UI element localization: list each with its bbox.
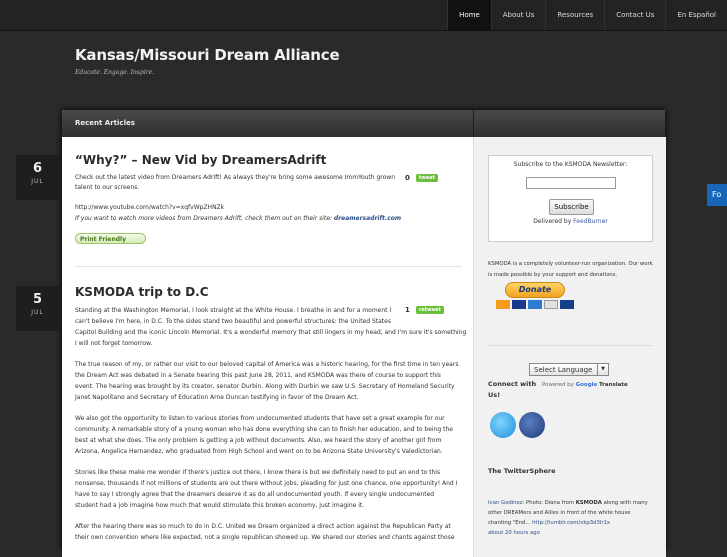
nav-home[interactable]: Home bbox=[447, 0, 491, 30]
tweet-feed: Ivan Godinez: Photo: Diana from KSMODA a… bbox=[488, 498, 656, 538]
visa-icon bbox=[512, 300, 526, 309]
post-text-line: Stories like these make me wonder if the… bbox=[75, 469, 441, 476]
top-navigation-bar: Home About Us Resources Contact Us En Es… bbox=[0, 0, 727, 31]
sidebar-divider bbox=[488, 345, 653, 346]
connect-label: Us! bbox=[488, 391, 501, 399]
about-text: KSMODA is a completely volunteer-run org… bbox=[488, 261, 653, 267]
delivered-by: Delivered by FeedBurner bbox=[489, 218, 652, 225]
dreamersadrift-link[interactable]: dreamersadrift.com bbox=[334, 215, 401, 222]
tweet-count: 1 bbox=[405, 306, 410, 314]
post-text-line: Capitol Building and the iconic Lincoln … bbox=[75, 329, 467, 336]
post-text-line: Arizona, Angelica Hernandez, who graduat… bbox=[75, 448, 443, 455]
post-month: JUL bbox=[31, 178, 44, 185]
tweet-time[interactable]: about 20 hours ago bbox=[488, 530, 540, 536]
post-text: talent to our screens. bbox=[75, 184, 140, 191]
post-text-line: can't believe I'm here, in D.C. To the s… bbox=[75, 318, 391, 325]
post-text-line: their own convention where like expected… bbox=[75, 534, 455, 541]
bank-icon bbox=[560, 300, 574, 309]
nav-resources[interactable]: Resources bbox=[545, 0, 604, 30]
post-text-line: After the hearing there was so much to d… bbox=[75, 523, 451, 530]
post-text-line: the Dream Act was debated in a Senate he… bbox=[75, 372, 441, 379]
tweet-count: 0 bbox=[405, 174, 410, 182]
post-day: 5 bbox=[32, 292, 43, 307]
nav-contact-us[interactable]: Contact Us bbox=[604, 0, 665, 30]
facebook-icon[interactable] bbox=[519, 412, 545, 438]
post-title[interactable]: KSMODA trip to D.C bbox=[75, 285, 209, 299]
post-text-line: We also got the opportunity to listen to… bbox=[75, 415, 445, 422]
tweet-link[interactable]: http://tumblr.com/xkp3d3lr1x bbox=[532, 520, 610, 526]
powered-label: Powered by bbox=[542, 382, 576, 388]
mastercard-icon bbox=[496, 300, 510, 309]
donate-button[interactable]: Donate bbox=[505, 282, 565, 298]
twitter-icon[interactable] bbox=[490, 412, 516, 438]
tweet-button[interactable]: tweet bbox=[415, 174, 439, 182]
post-text-line: I will not forget tomorrow. bbox=[75, 340, 153, 347]
post-text-line: student had a job imagine how much that … bbox=[75, 502, 365, 509]
post-month: JUL bbox=[31, 309, 44, 316]
translate-link[interactable]: Translate bbox=[599, 382, 628, 388]
section-divider bbox=[473, 110, 474, 137]
payment-cards bbox=[496, 300, 574, 309]
post-text: Check out the latest video from Dreamers… bbox=[75, 174, 395, 181]
retweet-button[interactable]: retweet bbox=[415, 306, 444, 314]
post-date-badge: 5 JUL bbox=[16, 286, 59, 331]
twittersphere-title: The TwitterSphere bbox=[488, 467, 556, 475]
newsletter-title: Subscribe to the KSMODA Newsletter: bbox=[513, 161, 628, 168]
google-logo: Google bbox=[575, 382, 598, 388]
nav-en-espanol[interactable]: En Español bbox=[665, 0, 727, 30]
post-text-line: Janet Napolitano and Secretary of Educat… bbox=[75, 394, 359, 401]
post-text-span: If you want to watch more videos from Dr… bbox=[75, 215, 334, 222]
tweet-mention: KSMODA bbox=[575, 500, 602, 506]
post-date-badge: 6 JUL bbox=[16, 155, 59, 200]
section-header-bar: Recent Articles bbox=[62, 110, 665, 137]
chevron-down-icon: ▼ bbox=[597, 364, 608, 375]
discover-icon bbox=[544, 300, 558, 309]
sidebar: Subscribe to the KSMODA Newsletter: Subs… bbox=[473, 137, 666, 557]
amex-icon bbox=[528, 300, 542, 309]
subscribe-button[interactable]: Subscribe bbox=[549, 199, 594, 215]
main-nav: Home About Us Resources Contact Us En Es… bbox=[447, 0, 727, 30]
delivered-label: Delivered by bbox=[533, 218, 574, 225]
main-content: “Why?” – New Vid by DreamersAdrift Check… bbox=[62, 137, 473, 557]
post-text-line: event. The hearing was brought by its cr… bbox=[75, 383, 455, 390]
post-text-line: have to say I strongly agree that the dr… bbox=[75, 491, 435, 498]
print-friendly-button[interactable]: Print Friendly bbox=[75, 233, 146, 244]
post-text-line: Standing at the Washington Memorial, I l… bbox=[75, 307, 392, 314]
language-select-value: Select Language bbox=[534, 366, 593, 374]
content-container: Recent Articles “Why?” – New Vid by Drea… bbox=[62, 110, 666, 557]
post-text-line: nonsense, thousands if not millions of s… bbox=[75, 480, 458, 487]
post-title[interactable]: “Why?” – New Vid by DreamersAdrift bbox=[75, 153, 326, 167]
tweet-text: : Photo: Diana from bbox=[522, 500, 576, 506]
post-text: If you want to watch more videos from Dr… bbox=[75, 214, 401, 224]
feedburner-link[interactable]: FeedBurner bbox=[573, 218, 608, 225]
email-input[interactable] bbox=[526, 177, 616, 189]
post-day: 6 bbox=[32, 161, 43, 176]
tweet-author-link[interactable]: Ivan Godinez bbox=[488, 500, 523, 506]
connect-label: Connect with bbox=[488, 380, 537, 388]
feedback-tab[interactable]: Fo bbox=[707, 184, 727, 206]
nav-about-us[interactable]: About Us bbox=[490, 0, 546, 30]
newsletter-widget: Subscribe to the KSMODA Newsletter: Subs… bbox=[488, 155, 653, 242]
powered-by-google: Powered by Google Translate bbox=[542, 382, 628, 388]
section-label: Recent Articles bbox=[75, 119, 135, 127]
tweet-counter: 0 tweet bbox=[405, 174, 439, 182]
social-icons bbox=[490, 412, 545, 438]
tweet-text: along with many bbox=[601, 500, 648, 506]
video-url[interactable]: http://www.youtube.com/watch?v=xqfvWpZHN… bbox=[75, 203, 224, 213]
tweet-text: chanting "End... bbox=[488, 520, 533, 526]
connect-heading: Connect with Us! bbox=[488, 379, 536, 401]
about-text: is made possible by your support and don… bbox=[488, 272, 618, 278]
tweet-counter: 1 retweet bbox=[405, 306, 444, 314]
site-tagline: Educate. Engage. Inspire. bbox=[75, 69, 155, 76]
post-text-line: community. A remarkable story of a young… bbox=[75, 426, 453, 433]
site-title[interactable]: Kansas/Missouri Dream Alliance bbox=[75, 46, 340, 64]
language-select[interactable]: Select Language ▼ bbox=[529, 363, 609, 376]
post-text-line: best at what she does. The only problem … bbox=[75, 437, 442, 444]
post-divider bbox=[75, 266, 462, 267]
tweet-text: other DREAMers and Allies in front of th… bbox=[488, 510, 631, 516]
post-text-line: The true reason of my, or rather our vis… bbox=[75, 361, 459, 368]
